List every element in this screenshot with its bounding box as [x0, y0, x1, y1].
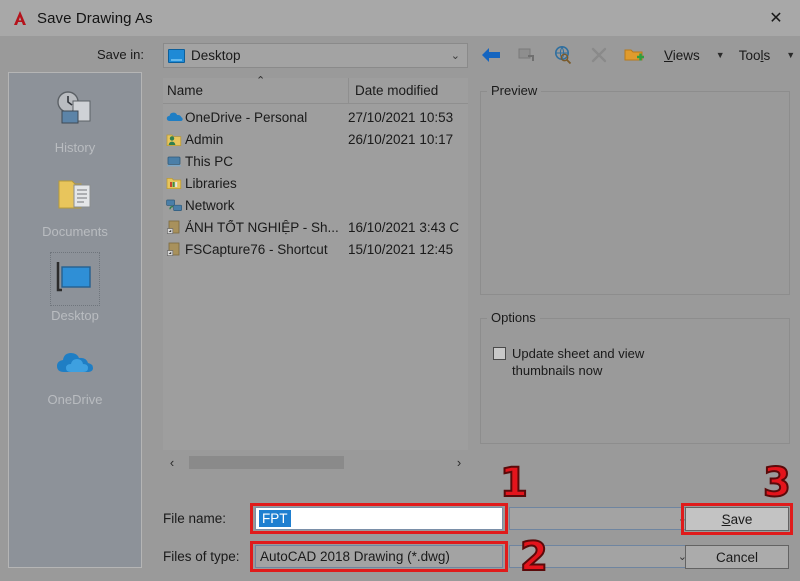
file-name-history-combobox[interactable]: ⌄	[509, 507, 692, 530]
history-clock-icon	[52, 85, 98, 137]
annotation-marker-1: 1	[499, 460, 529, 506]
file-list[interactable]: ⌃ Name Date modified OneDrive - Personal…	[163, 75, 468, 450]
user-folder-icon	[163, 132, 185, 147]
scrollbar-track[interactable]	[181, 455, 450, 469]
documents-folder-icon	[53, 169, 97, 221]
places-item-desktop[interactable]: Desktop	[9, 252, 141, 323]
preview-panel: Preview	[480, 83, 790, 295]
list-item[interactable]: Admin 26/10/2021 10:17	[163, 128, 468, 150]
list-item-name: Admin	[185, 131, 224, 147]
places-item-label: Documents	[42, 224, 108, 239]
list-item-date: 27/10/2021 10:53	[348, 109, 454, 125]
scrollbar-thumb[interactable]	[189, 455, 344, 469]
autocad-a-logo-icon	[10, 8, 30, 28]
list-item[interactable]: OneDrive - Personal 27/10/2021 10:53	[163, 106, 468, 128]
save-drawing-as-dialog: Save Drawing As ✕ Save in: Desktop ⌄ Vie…	[0, 0, 800, 581]
views-chevron-down-icon[interactable]: ▼	[716, 50, 725, 60]
save-button[interactable]: Save	[685, 507, 789, 531]
list-item-name: OneDrive - Personal	[185, 109, 308, 125]
list-item[interactable]: ẢNH TỐT NGHIỆP - Sh... 16/10/2021 3:43 C	[163, 216, 468, 238]
files-of-type-extra-combobox[interactable]: ⌄	[509, 545, 692, 568]
file-name-input[interactable]: FPT	[255, 507, 503, 530]
list-item[interactable]: This PC	[163, 150, 468, 172]
update-thumbnails-checkbox-row[interactable]: Update sheet and view thumbnails now	[493, 345, 672, 379]
sort-ascending-icon: ⌃	[256, 75, 266, 87]
desktop-monitor-icon	[50, 252, 100, 306]
cancel-button[interactable]: Cancel	[685, 545, 789, 569]
places-item-documents[interactable]: Documents	[9, 169, 141, 239]
list-item[interactable]: Network	[163, 194, 468, 216]
onedrive-cloud-icon	[51, 337, 99, 389]
new-folder-icon[interactable]	[620, 41, 650, 69]
list-item-name: Network	[185, 197, 235, 213]
title-bar: Save Drawing As ✕	[0, 0, 800, 36]
list-item-name: Libraries	[185, 175, 237, 191]
file-list-rows: OneDrive - Personal 27/10/2021 10:53 Adm…	[163, 104, 468, 260]
list-item[interactable]: Libraries	[163, 172, 468, 194]
scroll-left-icon[interactable]: ‹	[163, 455, 181, 470]
options-label: Options	[487, 310, 540, 325]
preview-label: Preview	[487, 83, 542, 98]
dialog-toolbar: Views ▼ Tools ▼	[476, 40, 795, 70]
files-of-type-combobox[interactable]: AutoCAD 2018 Drawing (*.dwg)	[255, 545, 503, 568]
files-of-type-label: Files of type:	[163, 549, 240, 564]
places-item-label: Desktop	[51, 308, 99, 323]
list-item-name: This PC	[185, 153, 234, 169]
up-one-level-icon[interactable]	[512, 41, 542, 69]
cloud-icon	[163, 111, 185, 124]
tools-chevron-down-icon[interactable]: ▼	[786, 50, 795, 60]
list-item-date: 26/10/2021 10:17	[348, 131, 454, 147]
places-bar: History Documents Desktop OneDrive	[8, 72, 142, 568]
update-thumbnails-label: Update sheet and view thumbnails now	[512, 346, 645, 378]
annotation-marker-3: 3	[762, 460, 792, 506]
tools-menu-button[interactable]: Tools	[739, 48, 771, 63]
file-name-label: File name:	[163, 511, 227, 526]
save-in-label: Save in:	[97, 47, 144, 62]
files-of-type-value: AutoCAD 2018 Drawing (*.dwg)	[260, 549, 450, 564]
delete-x-icon[interactable]	[584, 41, 614, 69]
list-item[interactable]: FSCapture76 - Shortcut 15/10/2021 12:45	[163, 238, 468, 260]
places-item-onedrive[interactable]: OneDrive	[9, 337, 141, 407]
list-item-name: FSCapture76 - Shortcut	[185, 241, 328, 257]
search-web-icon[interactable]	[548, 41, 578, 69]
list-item-date: 15/10/2021 12:45	[348, 241, 454, 257]
desktop-monitor-icon	[168, 48, 185, 63]
file-list-headers: ⌃ Name Date modified	[163, 75, 468, 104]
this-pc-icon	[163, 155, 185, 168]
close-icon[interactable]: ✕	[752, 0, 800, 36]
network-icon	[163, 199, 185, 212]
save-label-rest: ave	[730, 511, 753, 527]
chevron-down-icon[interactable]: ⌄	[451, 49, 463, 62]
scroll-right-icon[interactable]: ›	[450, 455, 468, 470]
file-list-horizontal-scrollbar[interactable]: ‹ ›	[163, 450, 468, 474]
save-in-value: Desktop	[191, 48, 241, 63]
back-arrow-icon[interactable]	[476, 41, 506, 69]
list-item-date: 16/10/2021 3:43 C	[348, 219, 460, 235]
save-in-combobox[interactable]: Desktop ⌄	[163, 43, 468, 68]
places-item-label: OneDrive	[47, 392, 103, 407]
places-item-history[interactable]: History	[9, 85, 141, 155]
views-label-rest: iews	[672, 47, 700, 63]
save-mnemonic: S	[721, 511, 731, 527]
libraries-folder-icon	[163, 176, 185, 190]
places-item-label: History	[54, 140, 96, 155]
shortcut-icon	[163, 220, 185, 234]
list-item-name: ẢNH TỐT NGHIỆP - Sh...	[185, 219, 339, 235]
window-title: Save Drawing As	[37, 9, 153, 27]
column-header-date[interactable]: Date modified	[348, 78, 468, 103]
update-thumbnails-checkbox[interactable]	[493, 347, 506, 360]
shortcut-icon	[163, 242, 185, 256]
file-name-value: FPT	[259, 510, 291, 527]
options-panel: Options Update sheet and view thumbnails…	[480, 310, 790, 444]
views-menu-button[interactable]: Views	[664, 48, 700, 63]
